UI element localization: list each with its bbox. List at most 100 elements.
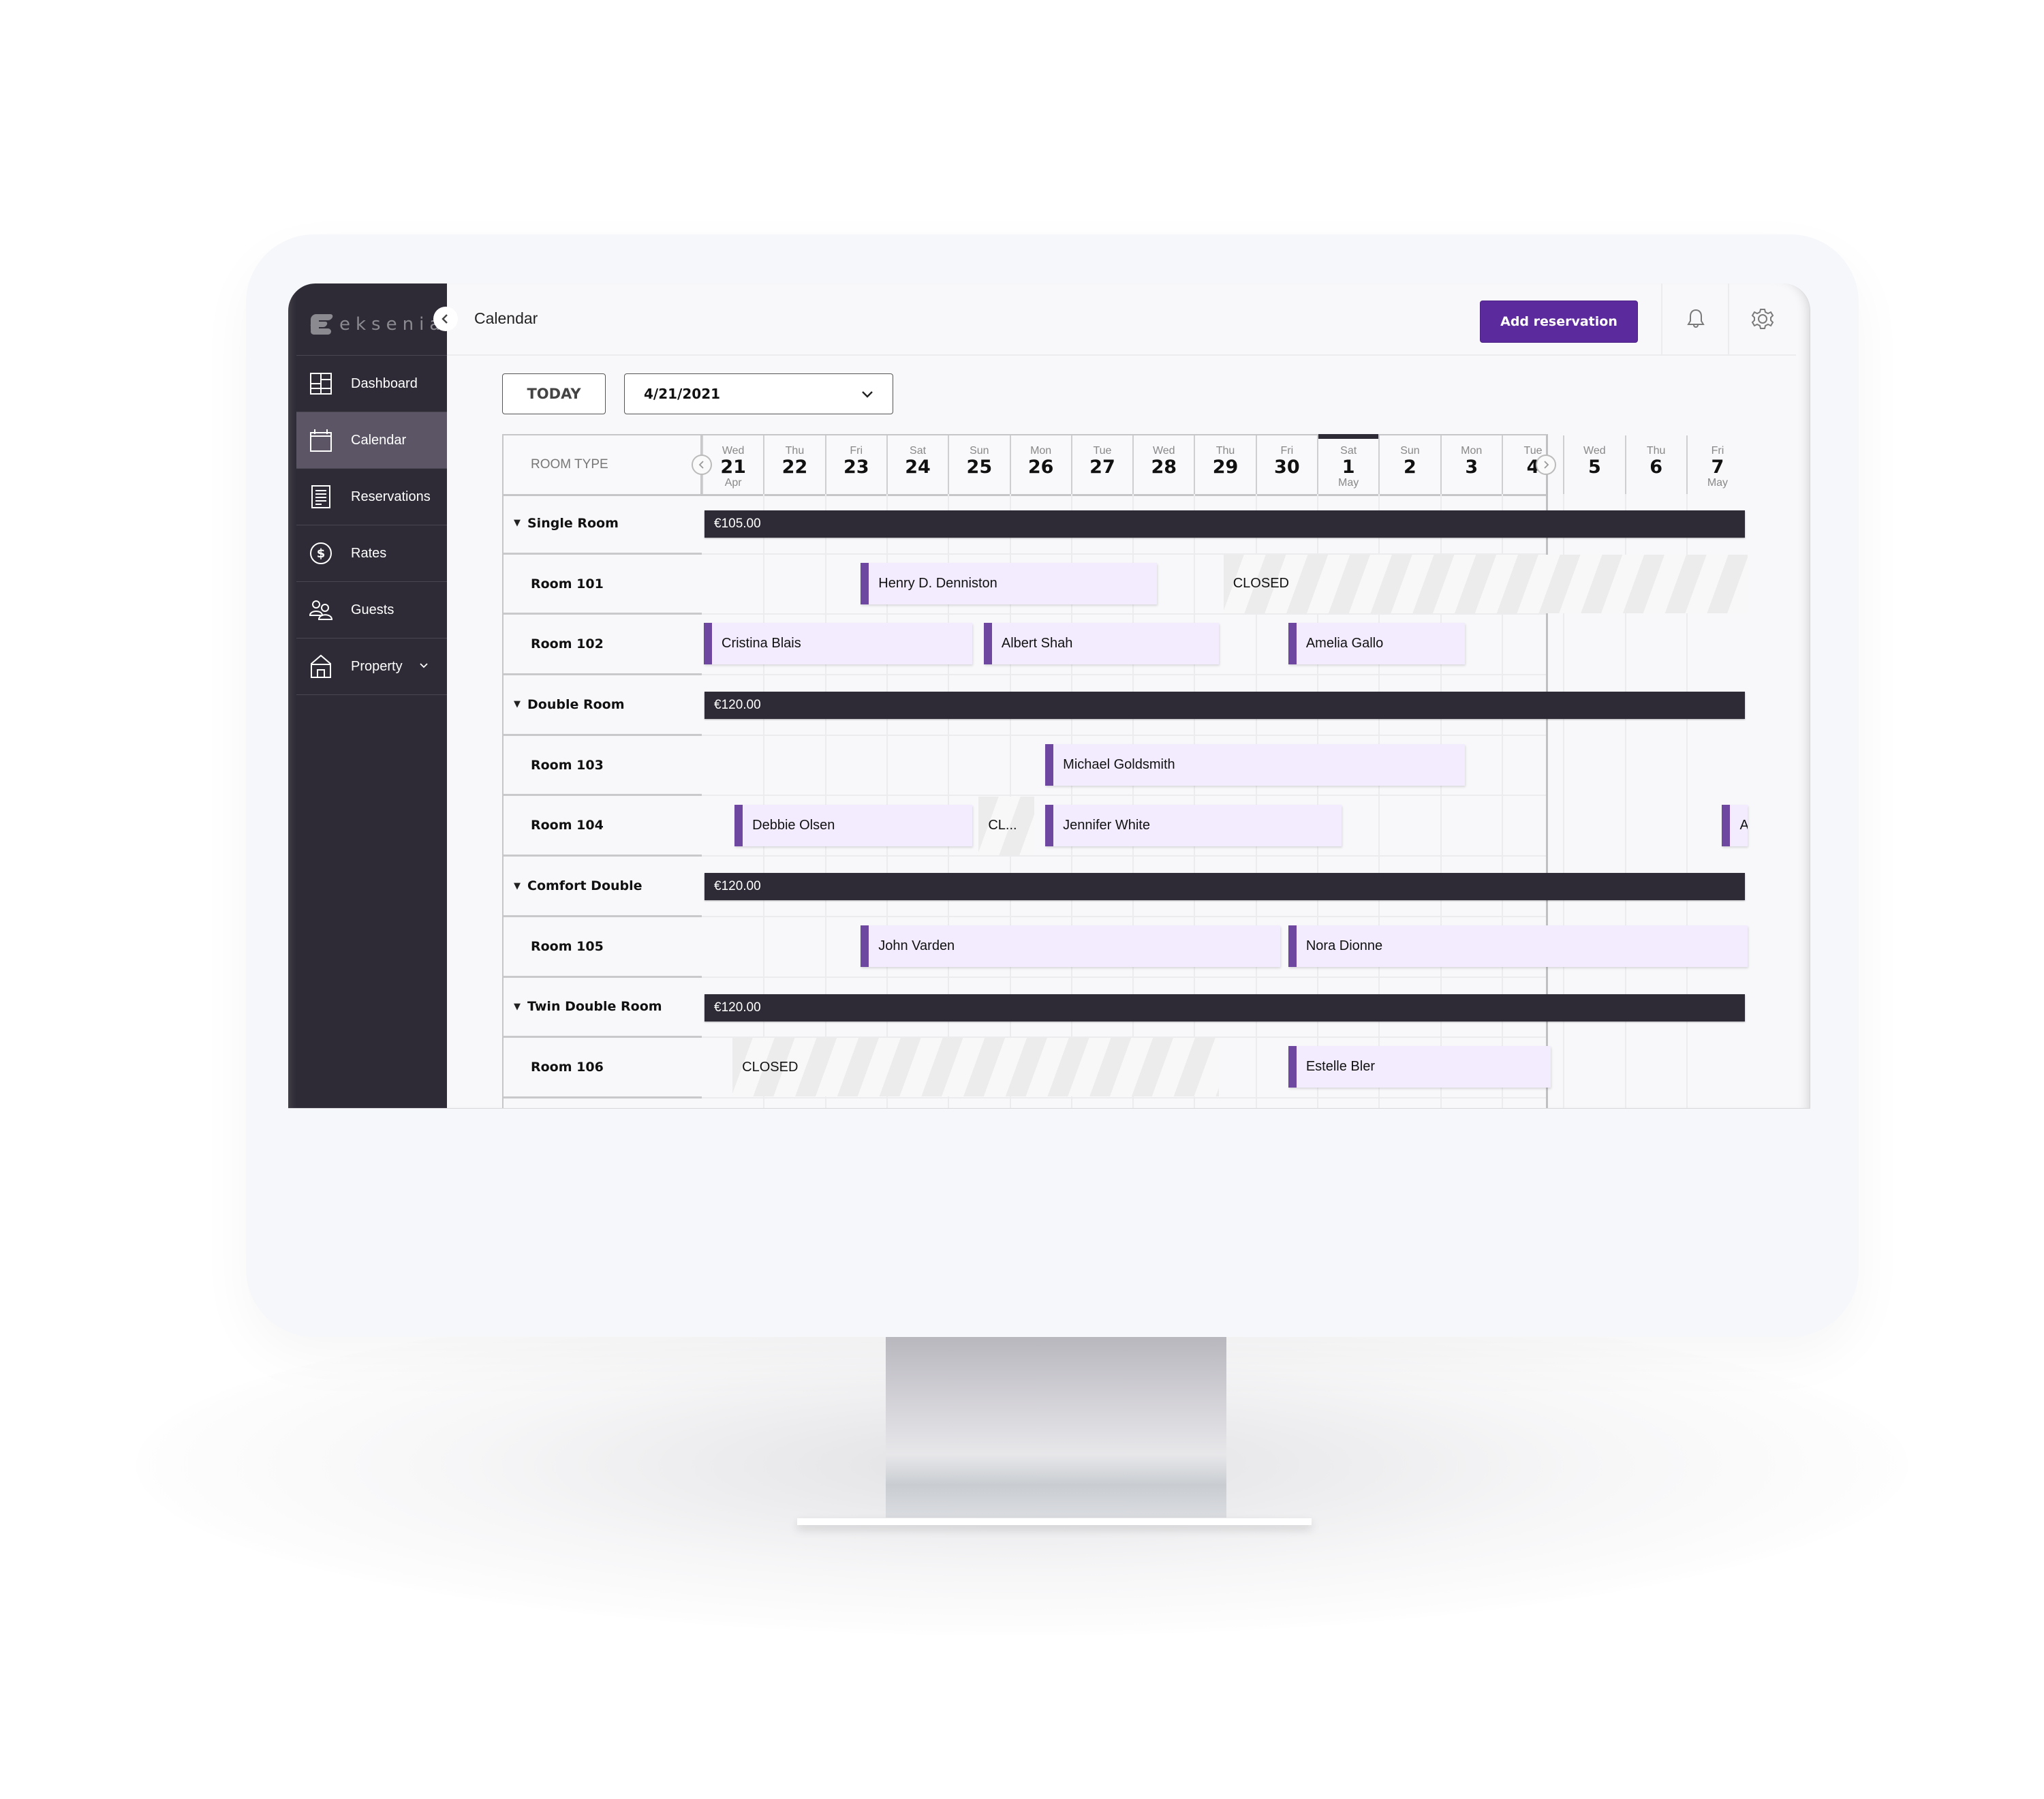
- sidebar-item-rates[interactable]: $ Rates: [296, 525, 447, 581]
- room-type-label-cell[interactable]: ▼ Single Room: [504, 494, 702, 555]
- reservation-bar[interactable]: Jennifer White: [1045, 804, 1342, 846]
- room-row: Room 106 CLOSED Estelle Bler: [504, 1038, 1551, 1098]
- day-header[interactable]: Wed 5: [1563, 435, 1624, 494]
- chevron-right-icon: [1544, 461, 1549, 469]
- guest-name: Michael Goldsmith: [1063, 756, 1175, 772]
- closed-block[interactable]: CLOSED: [732, 1038, 1219, 1097]
- room-type-label-cell[interactable]: ▼ Double Room: [504, 675, 702, 736]
- collapse-sidebar-button[interactable]: [433, 307, 458, 331]
- day-of-week: Sat: [1340, 445, 1357, 457]
- notifications-button[interactable]: [1661, 283, 1729, 354]
- monitor-stand: [886, 1337, 1226, 1518]
- day-header[interactable]: Mon 26: [1009, 435, 1071, 494]
- day-number: 22: [781, 457, 808, 478]
- day-header[interactable]: Wed 28: [1132, 435, 1194, 494]
- room-type-name: Single Room: [527, 515, 619, 531]
- day-header[interactable]: Thu 6: [1624, 435, 1686, 494]
- room-name: Room 106: [531, 1060, 604, 1075]
- reservation-bar[interactable]: John Varden: [861, 925, 1280, 967]
- today-button[interactable]: TODAY: [502, 373, 606, 414]
- closed-block[interactable]: CL...: [978, 796, 1034, 855]
- caret-down-icon[interactable]: ▼: [514, 1002, 521, 1012]
- reservation-bar[interactable]: Michael Goldsmith: [1045, 743, 1465, 786]
- guest-name: Cristina Blais: [722, 636, 801, 651]
- rate-bar[interactable]: €120.00: [704, 994, 1746, 1021]
- calendar-icon: [309, 428, 333, 452]
- rate-bar[interactable]: €120.00: [704, 692, 1746, 720]
- day-header[interactable]: Fri 23: [824, 435, 886, 494]
- reservation-bar[interactable]: Debbie Olsen: [734, 804, 973, 846]
- reservation-bar[interactable]: Nora Dionne: [1288, 925, 1748, 967]
- day-number: 27: [1089, 457, 1115, 478]
- add-reservation-button[interactable]: Add reservation: [1480, 301, 1638, 343]
- day-header[interactable]: Fri 30: [1255, 435, 1317, 494]
- day-number: 28: [1151, 457, 1177, 478]
- day-number: 6: [1650, 457, 1663, 478]
- room-type-label-cell[interactable]: ▼ Comfort Double: [504, 857, 702, 917]
- caret-down-icon[interactable]: ▼: [514, 881, 521, 891]
- sidebar-item-reservations[interactable]: Reservations: [296, 468, 447, 525]
- calendar-grid: ROOM TYPE Wed 21 Apr Thu 22 Fri 23 Sat 24 Sun 25 Mo…: [502, 434, 1748, 1108]
- users-icon: [309, 598, 333, 622]
- day-header[interactable]: Thu 22: [763, 435, 824, 494]
- room-type-name: Double Room: [527, 696, 625, 712]
- day-header[interactable]: Sun 2: [1378, 435, 1440, 494]
- day-header[interactable]: Sat 1 May: [1317, 434, 1379, 494]
- app-window: eksenia Dashboard Calendar Reservations $ Ra…: [288, 283, 1810, 1109]
- day-of-week: Wed: [1583, 445, 1606, 457]
- day-of-week: Thu: [1646, 445, 1666, 457]
- reservation-bar[interactable]: A.: [1722, 804, 1748, 846]
- room-row: Room 105 John Varden Nora Dionne: [504, 917, 1748, 978]
- day-header[interactable]: Mon 3: [1440, 435, 1502, 494]
- caret-down-icon[interactable]: ▼: [514, 518, 521, 528]
- timeline-lane[interactable]: [702, 1098, 1546, 1108]
- next-dates-button[interactable]: [1536, 455, 1556, 475]
- day-number: 23: [843, 457, 869, 478]
- closed-label: CLOSED: [742, 1059, 799, 1075]
- reservation-bar[interactable]: Cristina Blais: [704, 623, 973, 665]
- bell-icon: [1687, 309, 1705, 328]
- date-picker-select[interactable]: 4/21/2021: [624, 373, 893, 414]
- caret-down-icon[interactable]: ▼: [514, 699, 521, 709]
- sidebar-item-calendar[interactable]: Calendar: [296, 412, 447, 468]
- month-label: May: [1338, 477, 1359, 489]
- sidebar-item-dashboard[interactable]: Dashboard: [296, 355, 447, 412]
- reservation-bar[interactable]: Estelle Bler: [1288, 1046, 1551, 1088]
- day-of-week: Wed: [722, 445, 745, 457]
- guest-name: Amelia Gallo: [1305, 636, 1384, 651]
- rate-bar[interactable]: €120.00: [704, 873, 1746, 901]
- reservation-bar[interactable]: Amelia Gallo: [1288, 623, 1465, 665]
- day-number: 7: [1711, 457, 1724, 478]
- room-label-cell: Room 105: [504, 917, 702, 978]
- day-number: 26: [1027, 457, 1054, 478]
- room-row: Room 103 Michael Goldsmith: [504, 736, 1546, 797]
- day-header[interactable]: Tue 27: [1070, 435, 1132, 494]
- day-header[interactable]: Sat 24: [886, 435, 948, 494]
- sidebar-item-guests[interactable]: Guests: [296, 581, 447, 638]
- sidebar: eksenia Dashboard Calendar Reservations $ Ra…: [288, 283, 447, 1108]
- top-bar: Calendar Add reservation: [447, 283, 1796, 356]
- room-label-cell: Room 104: [504, 797, 702, 857]
- logo: eksenia: [309, 311, 446, 338]
- day-of-week: Thu: [1215, 445, 1235, 457]
- day-of-week: Mon: [1461, 445, 1483, 457]
- settings-button[interactable]: [1728, 283, 1796, 354]
- sidebar-item-property[interactable]: Property: [296, 638, 447, 694]
- closed-block[interactable]: CLOSED: [1223, 554, 1748, 613]
- reservation-bar[interactable]: Henry D. Denniston: [861, 562, 1158, 604]
- monitor-stand-base: [797, 1518, 1312, 1525]
- day-of-week: Mon: [1030, 445, 1052, 457]
- reservation-bar[interactable]: Albert Shah: [983, 623, 1219, 665]
- room-type-label-cell[interactable]: ▼ Twin Double Room: [504, 978, 702, 1039]
- rate-bar[interactable]: €105.00: [704, 510, 1746, 538]
- guest-name: Henry D. Denniston: [878, 575, 997, 591]
- room-row: Room 104 Debbie Olsen CL... Jennifer White A…: [504, 796, 1748, 857]
- room-row: Room 101 Henry D. Denniston CLOSED: [504, 554, 1748, 615]
- day-number: 29: [1212, 457, 1239, 478]
- chevron-left-icon: [442, 314, 448, 324]
- day-header[interactable]: Thu 29: [1194, 435, 1255, 494]
- page-title: Calendar: [474, 309, 538, 327]
- day-header[interactable]: Sun 25: [948, 435, 1009, 494]
- previous-dates-button[interactable]: [692, 455, 712, 475]
- day-header[interactable]: Fri 7 May: [1686, 435, 1748, 494]
